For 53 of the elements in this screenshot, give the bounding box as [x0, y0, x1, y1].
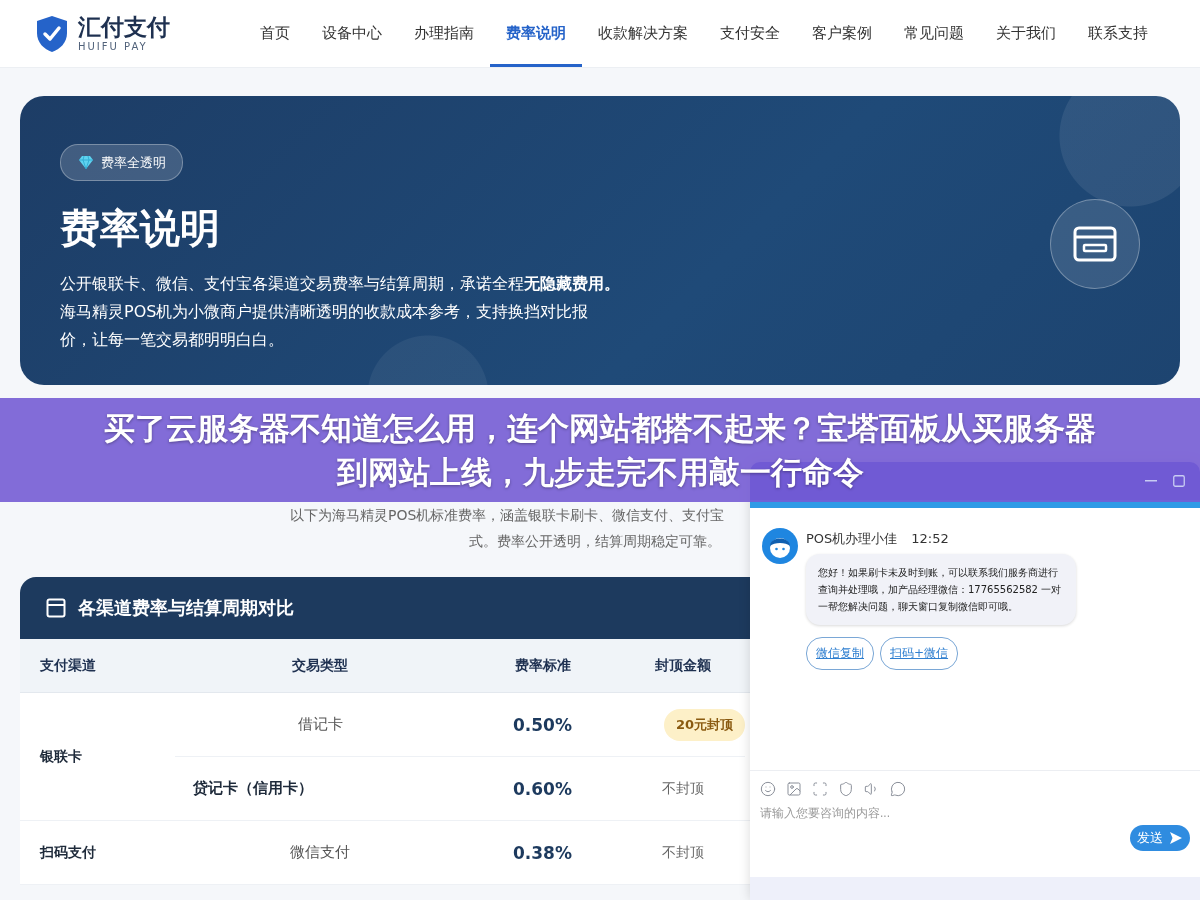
diamond-icon [79, 156, 93, 169]
quick-reply-link[interactable]: 扫码+微信 [880, 637, 959, 670]
table-title: 各渠道费率与结算周期对比 [78, 596, 294, 620]
brand-subtitle: HUIFU PAY [78, 40, 149, 52]
nav-item[interactable]: 联系支持 [1072, 0, 1164, 67]
brand-name: 汇付支付 [78, 15, 170, 41]
maximize-icon[interactable] [1173, 475, 1185, 487]
headline: 买了云服务器不知道怎么用，连个网站都搭不起来？宝塔面板从买服务器 [104, 409, 1096, 448]
nav-item[interactable]: 费率说明 [490, 0, 582, 67]
message-bubble: 您好！如果刷卡未及时到账，可以联系我们服务商进行查询并处理哦，加产品经理微信：17765562582 一对一帮您解决问题，聊天窗口复制微信即可哦。 [806, 554, 1076, 625]
headline: 到网站上线，九步走完不用敲一行命令 [336, 453, 864, 492]
message-time: 12:52 [911, 531, 949, 546]
table-cell-text: 0.50% [512, 714, 573, 735]
agent-avatar-icon [762, 528, 798, 564]
send-icon [1169, 831, 1183, 845]
hero-description: 公开银联卡、微信、支付宝各渠道交易费率与结算周期，承诺全程无隐藏费用。海马精灵POS机为小微商户提供清晰透明的收款成本参考，支持换挡对比报价，让每一笔交易都明明白白。 [60, 273, 620, 351]
nav-item[interactable]: 设备中心 [306, 0, 398, 67]
nav-item[interactable]: 客户案例 [796, 0, 888, 67]
nav-item[interactable]: 常见问题 [888, 0, 980, 67]
shield-icon[interactable] [838, 781, 854, 797]
minimize-icon[interactable] [1145, 480, 1157, 482]
column-header: 交易类型 [291, 656, 349, 675]
badge-text: 费率全透明 [101, 153, 166, 172]
column-header: 费率标准 [513, 656, 572, 675]
image-icon[interactable] [786, 781, 802, 797]
sender-name: POS机办理小佳 [806, 531, 898, 546]
scan-icon[interactable] [812, 781, 828, 797]
nav-item[interactable]: 收款解决方案 [582, 0, 704, 67]
table-cell-text: 扫码支付 [38, 843, 97, 862]
nav-item[interactable]: 支付安全 [704, 0, 796, 67]
table-cell: 不封顶 [661, 843, 704, 862]
column-header: 封顶金额 [653, 656, 712, 675]
table-cell: 不封顶 [661, 779, 704, 798]
table-cell-text: 微信支付 [289, 843, 351, 862]
emoji-icon[interactable] [760, 781, 776, 797]
table-cell-text: 银联卡 [38, 747, 83, 766]
shield-check-icon [36, 14, 68, 53]
table-cell-text: 0.60% [512, 778, 573, 799]
table-cell-text: 借记卡 [296, 715, 344, 734]
hero-title: 费率说明 [60, 204, 220, 253]
chat-bubbles-icon[interactable] [890, 781, 906, 797]
nav-item[interactable]: 首页 [244, 0, 306, 67]
cap-tag: 20元封顶 [663, 708, 745, 741]
table-cell-text: 贷记卡（信用卡） [192, 779, 314, 798]
quick-reply-link[interactable]: 微信复制 [806, 637, 874, 670]
column-header: 支付渠道 [39, 656, 97, 675]
intro-text: 以下为海马精灵POS机标准费率，涵盖银联卡刷卡、微信支付、支付宝 [290, 506, 725, 525]
nav-item[interactable]: 关于我们 [980, 0, 1072, 67]
send-button[interactable]: 发送 [1130, 825, 1190, 851]
nav-item[interactable]: 办理指南 [398, 0, 490, 67]
table-cell-text: 0.38% [512, 842, 573, 863]
intro-text: 式。费率公开透明，结算周期稳定可靠。 [469, 532, 721, 551]
window-icon [46, 598, 66, 618]
